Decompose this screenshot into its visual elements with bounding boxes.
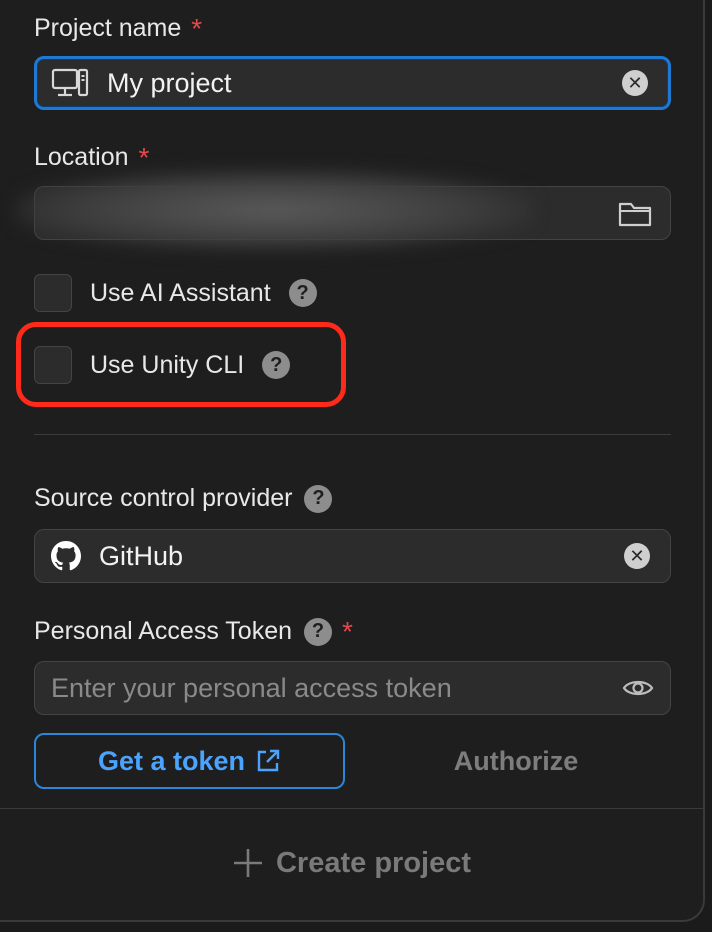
required-indicator: * — [138, 141, 150, 173]
token-placeholder[interactable]: Enter your personal access token — [51, 673, 622, 704]
ai-assistant-label: Use AI Assistant — [90, 278, 271, 307]
help-icon[interactable]: ? — [304, 484, 333, 513]
external-link-icon — [255, 748, 281, 774]
required-indicator: * — [191, 12, 203, 44]
eye-icon[interactable] — [622, 677, 654, 699]
ai-assistant-option[interactable]: Use AI Assistant ? — [34, 274, 317, 312]
plus-icon — [232, 847, 264, 879]
help-icon[interactable]: ? — [304, 617, 333, 646]
authorize-button[interactable]: Authorize — [380, 733, 652, 789]
section-divider — [34, 434, 671, 435]
footer: Create project — [0, 808, 703, 921]
project-name-input[interactable]: My project ✕ — [34, 56, 671, 110]
location-label: Location * — [34, 141, 150, 173]
create-project-panel: Project name * My project ✕ Location * U… — [0, 0, 705, 922]
folder-icon[interactable] — [618, 199, 652, 227]
github-icon — [51, 541, 81, 571]
help-icon[interactable]: ? — [288, 279, 317, 307]
create-project-button[interactable]: Create project — [0, 807, 703, 919]
redacted-location-path — [14, 170, 534, 250]
project-name-label: Project name * — [34, 12, 203, 44]
clear-icon[interactable]: ✕ — [622, 70, 648, 96]
source-control-value[interactable]: GitHub — [99, 541, 624, 572]
required-indicator: * — [342, 615, 353, 647]
project-name-value[interactable]: My project — [107, 68, 622, 99]
computer-icon — [51, 67, 89, 99]
source-control-label: Source control provider ? — [34, 484, 333, 513]
token-input[interactable]: Enter your personal access token — [34, 661, 671, 715]
token-label: Personal Access Token ? * — [34, 615, 353, 647]
clear-icon[interactable]: ✕ — [624, 543, 650, 569]
ai-assistant-checkbox[interactable] — [34, 274, 72, 312]
source-control-select[interactable]: GitHub ✕ — [34, 529, 671, 583]
get-token-button[interactable]: Get a token — [34, 733, 345, 789]
highlight-annotation — [16, 322, 346, 407]
